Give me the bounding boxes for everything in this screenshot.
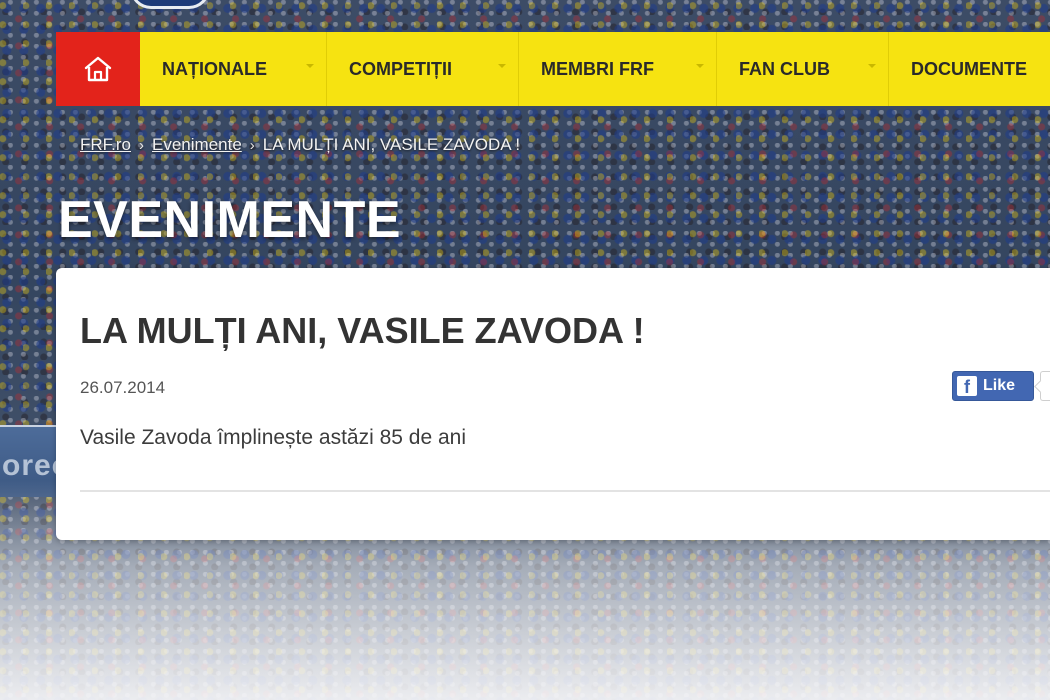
nav-item-competitii[interactable]: COMPETIȚII <box>327 32 519 106</box>
nav-item-label: FAN CLUB <box>739 58 830 79</box>
breadcrumb-separator: › <box>249 136 255 154</box>
like-label: Like <box>983 377 1016 394</box>
breadcrumb-link-evenimente[interactable]: Evenimente <box>152 135 242 155</box>
chevron-down-icon <box>498 64 506 68</box>
breadcrumb-current: LA MULȚI ANI, VASILE ZAVODA ! <box>262 135 521 154</box>
article-card: LA MULȚI ANI, VASILE ZAVODA ! 26.07.2014… <box>56 268 1050 540</box>
chevron-down-icon <box>696 64 704 68</box>
facebook-icon: f <box>957 376 977 396</box>
article-lead: Vasile Zavoda împlinește astăzi 85 de an… <box>80 426 466 449</box>
home-button[interactable] <box>56 32 140 106</box>
nav-item-fan-club[interactable]: FAN CLUB <box>717 32 889 106</box>
chevron-down-icon <box>306 64 314 68</box>
nav-item-documente[interactable]: DOCUMENTE <box>889 32 1050 106</box>
nav-item-label: MEMBRI FRF <box>541 58 654 79</box>
nav-item-nationale[interactable]: NAȚIONALE <box>140 32 327 106</box>
breadcrumb-link-home[interactable]: FRF.ro <box>80 135 131 155</box>
main-navigation: NAȚIONALE COMPETIȚII MEMBRI FRF FAN CLUB… <box>56 32 1050 106</box>
home-icon <box>84 56 112 82</box>
facebook-like-button[interactable]: f Like <box>952 371 1034 401</box>
divider <box>80 490 1050 492</box>
chevron-down-icon <box>868 64 876 68</box>
section-title: EVENIMENTE <box>58 191 402 249</box>
nav-item-membri-frf[interactable]: MEMBRI FRF <box>519 32 717 106</box>
breadcrumb-separator: › <box>139 136 144 154</box>
article-title: LA MULȚI ANI, VASILE ZAVODA ! <box>80 310 645 351</box>
breadcrumb: FRF.ro › Evenimente › LA MULȚI ANI, VASI… <box>80 135 520 155</box>
like-count-bubble <box>1040 371 1050 401</box>
article-date: 26.07.2014 <box>80 378 166 397</box>
nav-item-label: DOCUMENTE <box>911 58 1027 79</box>
nav-item-label: NAȚIONALE <box>162 58 267 79</box>
nav-item-label: COMPETIȚII <box>349 58 452 79</box>
